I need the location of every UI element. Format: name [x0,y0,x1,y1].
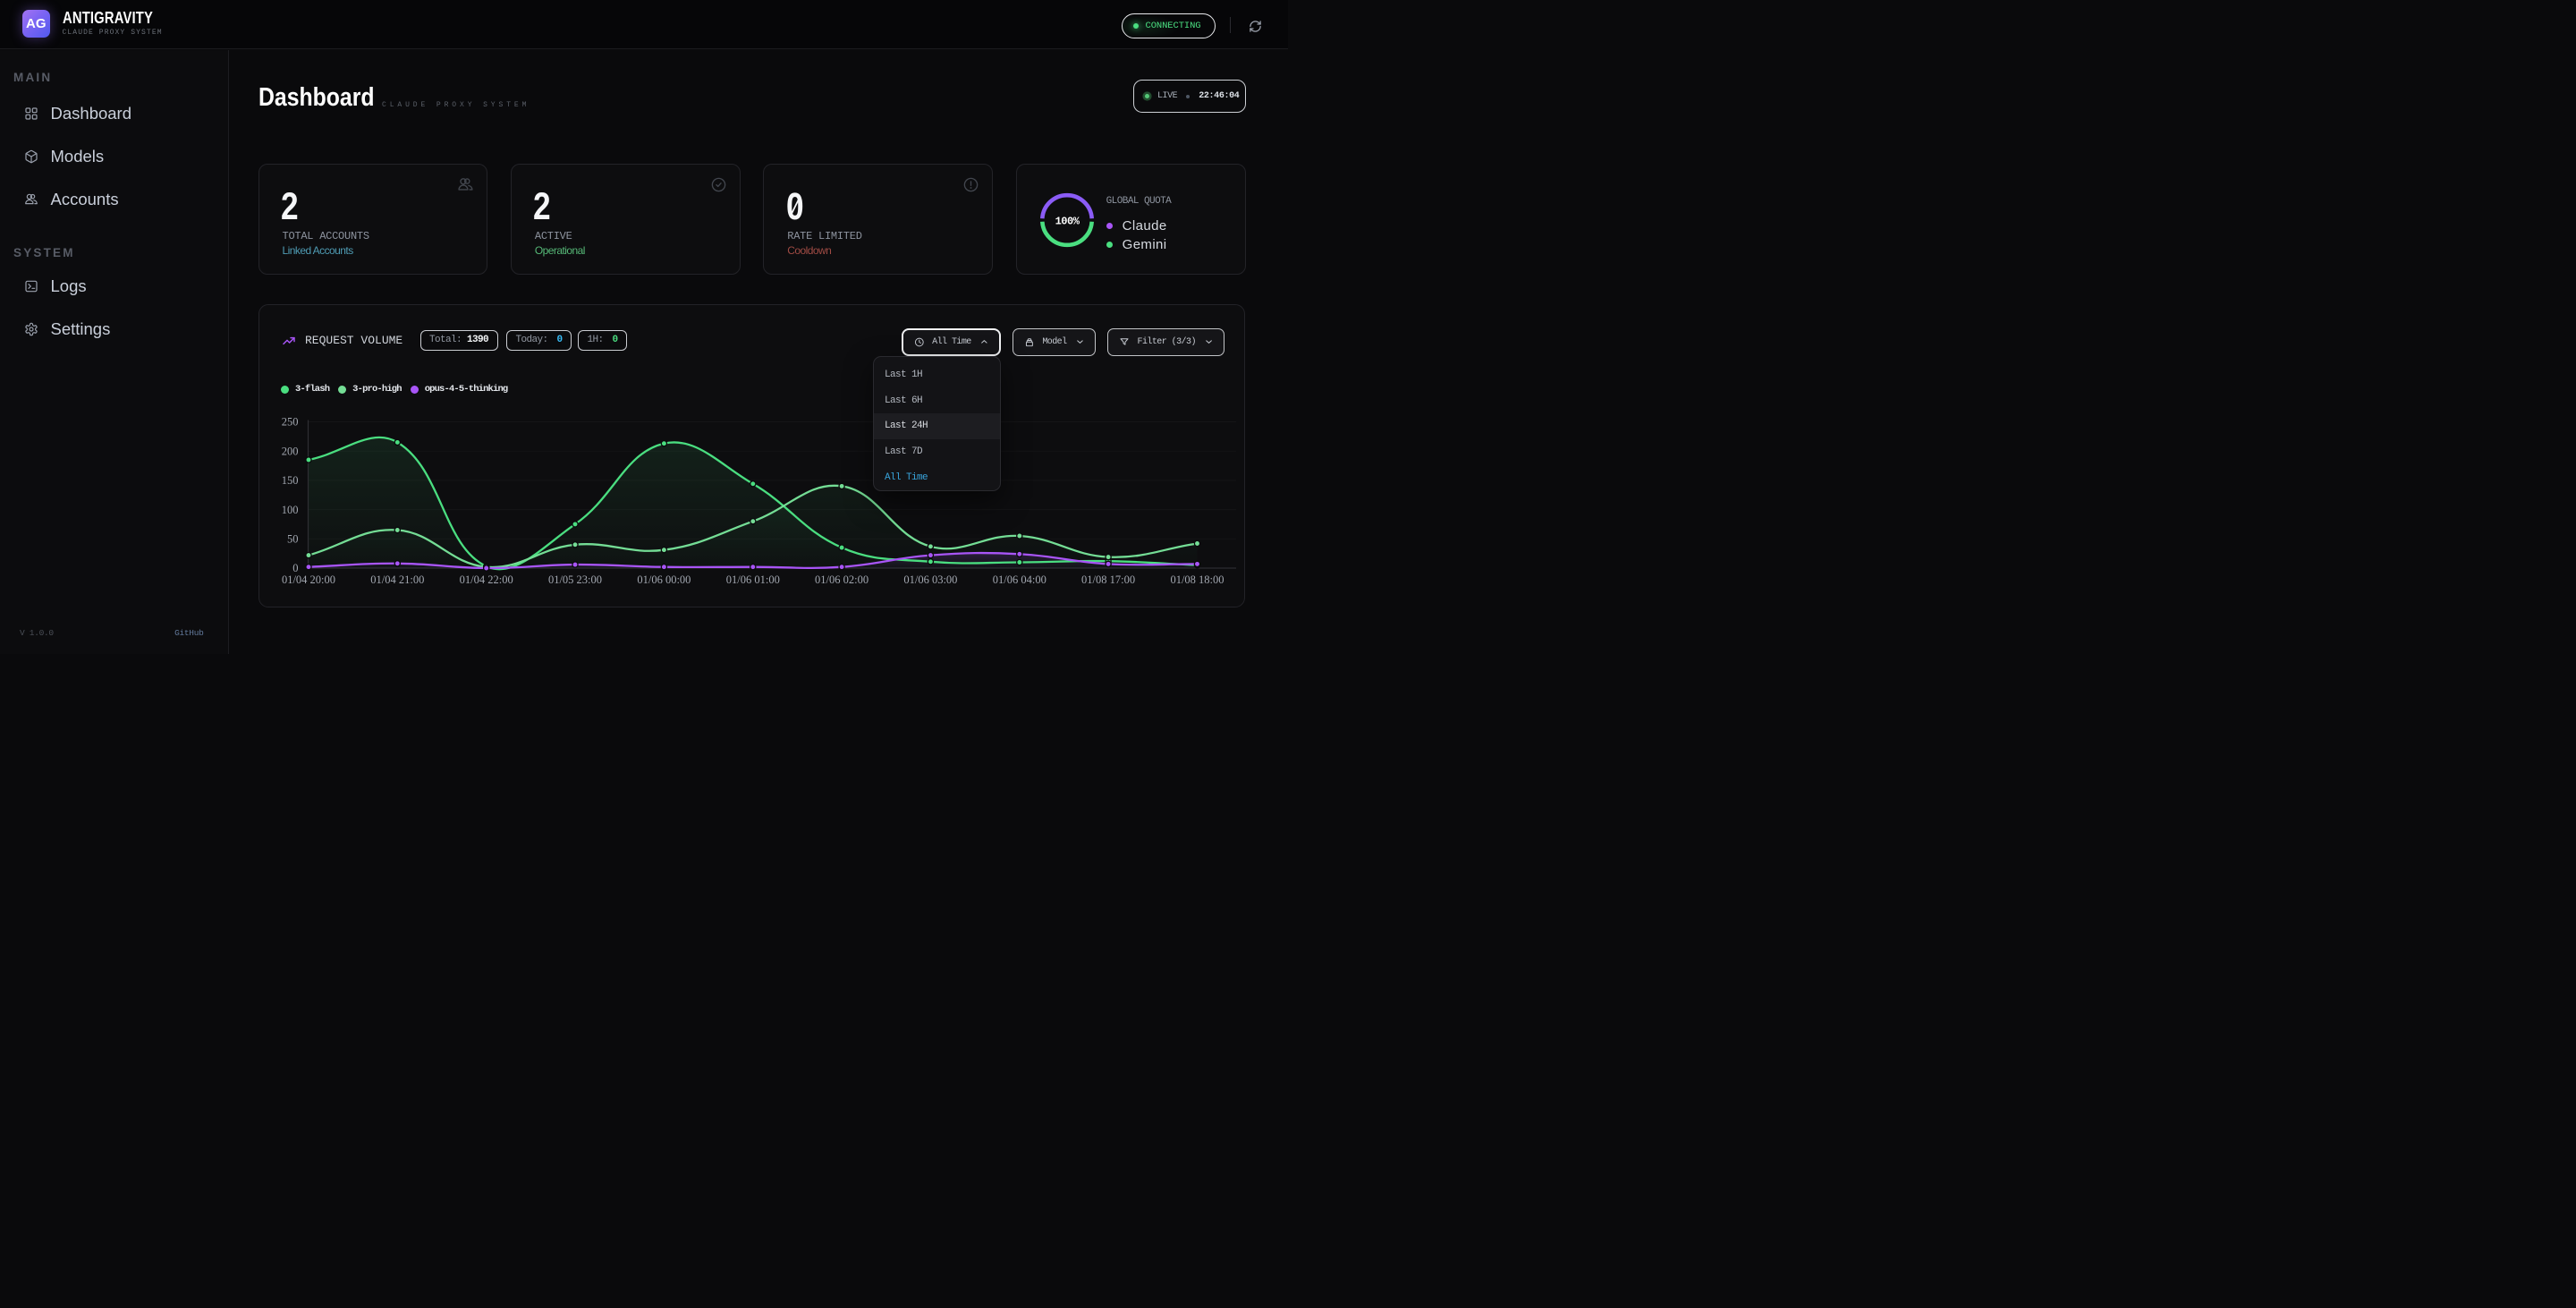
svg-text:01/08 18:00: 01/08 18:00 [1170,573,1224,586]
svg-text:01/06 00:00: 01/06 00:00 [637,573,691,586]
svg-text:01/06 01:00: 01/06 01:00 [725,573,779,586]
svg-text:01/08 17:00: 01/08 17:00 [1081,573,1135,586]
svg-text:01/04 21:00: 01/04 21:00 [370,573,424,586]
svg-text:01/06 04:00: 01/06 04:00 [992,573,1046,586]
svg-text:01/04 20:00: 01/04 20:00 [281,573,335,586]
svg-text:01/06 03:00: 01/06 03:00 [903,573,957,586]
svg-text:200: 200 [281,445,298,457]
svg-text:01/06 02:00: 01/06 02:00 [815,573,869,586]
svg-text:01/05 23:00: 01/05 23:00 [547,573,601,586]
svg-text:100: 100 [281,503,298,515]
svg-text:150: 150 [281,474,298,487]
svg-text:250: 250 [281,415,298,428]
svg-text:01/04 22:00: 01/04 22:00 [459,573,513,586]
svg-text:50: 50 [287,532,299,545]
svg-text:100%: 100% [1055,215,1080,227]
